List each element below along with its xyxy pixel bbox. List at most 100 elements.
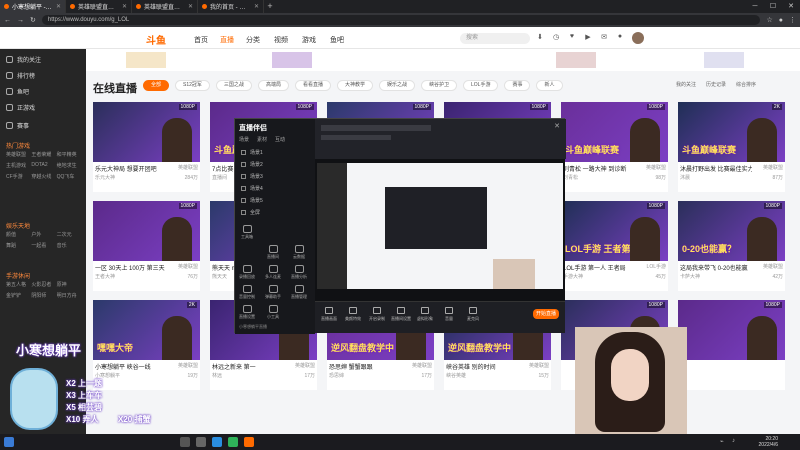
close-icon[interactable]: ✕ — [56, 3, 61, 10]
category-tab[interactable]: 全部 — [143, 80, 170, 91]
scene-row[interactable]: 场景1 — [241, 149, 263, 156]
sidebar-item-rank[interactable]: 排行榜 — [6, 71, 35, 80]
tab-2[interactable]: 英雄联盟直播_lol直播_英雄联盟✕ — [132, 0, 198, 13]
start-icon[interactable] — [4, 437, 14, 447]
history-link[interactable]: 历史记录 — [706, 81, 726, 88]
search-icon[interactable] — [180, 437, 190, 447]
close-icon[interactable]: ✕ — [122, 3, 127, 10]
sidebar-tag[interactable]: DOTA2 — [31, 162, 56, 169]
menu-icon[interactable]: ⋮ — [789, 16, 796, 24]
cloud-data-button[interactable]: 云数据 — [289, 245, 309, 260]
close-icon[interactable]: ✕ — [254, 3, 259, 10]
live-thumbnail[interactable]: 1080P 斗鱼巅峰联赛 — [561, 102, 668, 162]
category-tab[interactable]: 峡谷护卫 — [421, 80, 458, 91]
live-title[interactable]: 沐晨打野出发 比赛最佳实力 — [680, 164, 752, 173]
live-title[interactable]: LOL手游 第一人 王者局 — [563, 263, 635, 272]
sidebar-tag[interactable]: 穿越火线 — [31, 173, 56, 180]
live-title[interactable]: 一区 30天上 100万 第三天 — [95, 263, 167, 272]
url-input[interactable]: https://www.douyu.com/g_LOL — [41, 15, 761, 25]
live-title[interactable]: 刘青松 一路大神 到诊断 — [563, 164, 635, 173]
live-thumbnail[interactable]: 1080P — [678, 300, 785, 360]
volume-button[interactable]: 音量 — [439, 307, 459, 322]
network-icon[interactable]: ⌁ — [720, 438, 724, 445]
avatar-button[interactable]: 虚拟形象 — [415, 307, 435, 322]
start-live-button[interactable]: 开始直播 — [533, 309, 559, 319]
record-button[interactable]: 开启录制 — [367, 307, 387, 322]
live-title[interactable]: 恐思婶 蟹蟹跟跟 — [329, 362, 401, 371]
danmaku-button[interactable]: 弹幕助手 — [263, 285, 283, 300]
manage-button[interactable]: 直播管理 — [289, 285, 309, 300]
banner-thumb[interactable] — [556, 52, 596, 68]
sidebar-tag[interactable]: 一起看 — [31, 242, 56, 249]
category-tab[interactable]: 大神教学 — [336, 80, 373, 91]
edge-icon[interactable] — [212, 437, 222, 447]
maximize-icon[interactable]: ☐ — [764, 0, 782, 13]
banner-thumb[interactable] — [126, 52, 166, 68]
beauty-button[interactable]: 美颜特效 — [343, 307, 363, 322]
nav-home[interactable]: 首页 — [194, 35, 208, 45]
clock[interactable]: 20:20 2022/4/6 — [759, 436, 778, 448]
screen-button[interactable]: 直播画面 — [319, 307, 339, 322]
tab-interact[interactable]: 互动 — [275, 136, 285, 143]
scene-row[interactable]: 场景2 — [241, 161, 263, 168]
close-icon[interactable]: ✕ — [188, 3, 193, 10]
live-card[interactable]: 1080P 乐元大神局 想要开团吧 英雄联盟 乐元大神 284万 — [93, 102, 200, 192]
banner-thumb[interactable] — [272, 52, 312, 68]
live-card[interactable]: 1080P — [678, 300, 785, 390]
live-thumbnail[interactable]: 1080P 0-20也能赢？ — [678, 201, 785, 261]
sidebar-tag[interactable]: 英雄联盟 — [6, 151, 31, 158]
category-tab[interactable]: 赛事 — [504, 80, 531, 91]
category-tab[interactable]: 娱乐之战 — [378, 80, 415, 91]
follow-icon[interactable]: ♥ — [566, 33, 578, 40]
sidebar-item-yuba[interactable]: 鱼吧 — [6, 87, 29, 96]
settings-button[interactable]: 直播设置 — [237, 305, 257, 320]
live-title[interactable]: 峡谷英雄 别的时间 — [446, 362, 518, 371]
analysis-button[interactable]: 直播分析 — [289, 265, 309, 280]
room-settings-button[interactable]: 直播间设置 — [391, 307, 411, 322]
speaker-icon[interactable]: ♪ — [732, 438, 735, 444]
sidebar-tag[interactable]: CF手游 — [6, 173, 31, 180]
sidebar-tag[interactable]: 绝地求生 — [57, 162, 82, 169]
download-icon[interactable]: ⬇ — [534, 33, 546, 41]
sort-link[interactable]: 综合排序 — [736, 81, 756, 88]
tab-1[interactable]: 英雄联盟直播_lol直播_英雄联盟✕ — [66, 0, 132, 13]
live-room-button[interactable]: 直播间 — [263, 245, 283, 260]
star-icon[interactable]: ☆ — [766, 16, 772, 24]
banner-thumb[interactable] — [704, 52, 744, 68]
tab-scene[interactable]: 场景 — [239, 136, 249, 143]
nav-game[interactable]: 游戏 — [302, 35, 316, 45]
tab-material[interactable]: 素材 — [257, 136, 267, 143]
sidebar-tag[interactable]: 王者荣耀 — [31, 151, 56, 158]
notification-icon[interactable]: ● — [614, 33, 626, 40]
nav-video[interactable]: 视频 — [274, 35, 288, 45]
category-tab[interactable]: LOL手游 — [463, 80, 499, 91]
taskview-icon[interactable] — [196, 437, 206, 447]
category-tab[interactable]: 高端局 — [257, 80, 289, 91]
close-icon[interactable]: ✕ — [554, 122, 560, 130]
category-tab[interactable]: 看看直播 — [294, 80, 331, 91]
live-thumbnail[interactable]: 1080P LOL手游 王者第一人 — [561, 201, 668, 261]
sidebar-tag[interactable]: 和平精英 — [57, 151, 82, 158]
live-title[interactable]: 乐元大神局 想要开团吧 — [95, 164, 167, 173]
live-card[interactable]: 1080P 一区 30天上 100万 第三天 英雄联盟 王者大神 76万 — [93, 201, 200, 291]
douyu-icon[interactable] — [244, 437, 254, 447]
reload-icon[interactable]: ↻ — [30, 16, 36, 24]
sidebar-tag[interactable]: 舞蹈 — [6, 242, 31, 249]
widgets-button[interactable]: 小工具 — [263, 305, 283, 320]
live-card[interactable]: 1080P 斗鱼巅峰联赛 刘青松 一路大神 到诊断 英雄联盟 刘青松 98万 — [561, 102, 668, 192]
back-icon[interactable]: ← — [4, 17, 11, 24]
sidebar-tag[interactable]: 明日方舟 — [57, 292, 82, 299]
sidebar-tag[interactable]: 颜值 — [6, 231, 31, 238]
tab-0[interactable]: 小寒想躺平 - 直播_英雄联盟直播✕ — [0, 0, 66, 13]
sidebar-tag[interactable]: 音乐 — [57, 242, 82, 249]
category-tab[interactable]: 三国之战 — [215, 80, 252, 91]
site-logo[interactable]: 斗鱼 — [146, 32, 166, 47]
forward-icon[interactable]: → — [17, 17, 24, 24]
live-thumbnail[interactable]: 1080P — [93, 201, 200, 261]
category-tab[interactable]: S12冠军 — [175, 80, 210, 91]
nav-category[interactable]: 分类 — [246, 35, 260, 45]
scene-row[interactable]: 场景4 — [241, 185, 263, 192]
live-thumbnail[interactable]: 2K 斗鱼巅峰联赛 — [678, 102, 785, 162]
scene-row[interactable]: 场景3 — [241, 173, 263, 180]
scene-row[interactable]: 场景5 — [241, 197, 263, 204]
